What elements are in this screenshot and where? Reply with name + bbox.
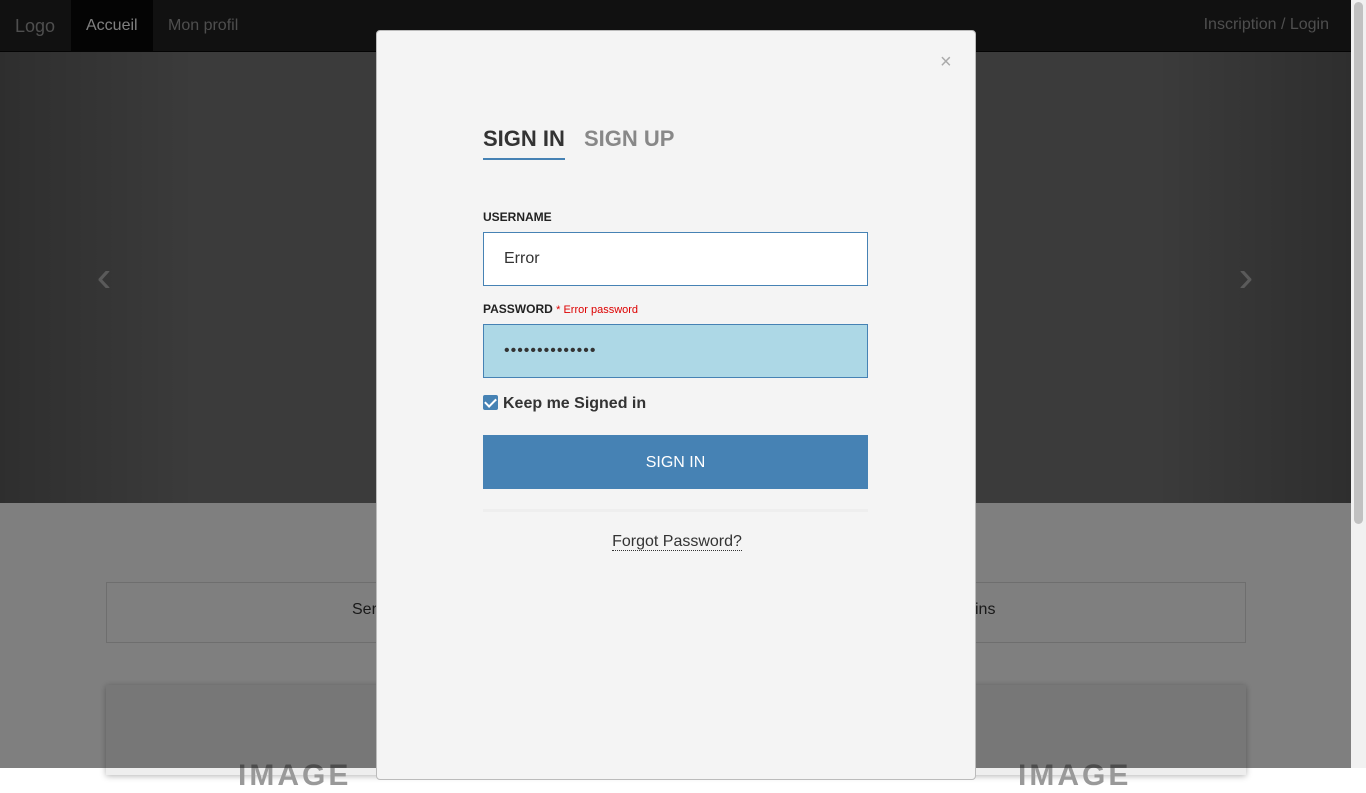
keep-signed-in-label[interactable]: Keep me Signed in: [503, 395, 646, 413]
page-scrollbar[interactable]: [1351, 0, 1366, 768]
tab-sign-up[interactable]: SIGN UP: [584, 126, 674, 158]
password-input[interactable]: [483, 324, 868, 378]
sign-in-button[interactable]: SIGN IN: [483, 435, 868, 489]
password-label: PASSWORD: [483, 302, 553, 316]
password-error: * Error password: [556, 304, 639, 316]
login-modal: × SIGN IN SIGN UP USERNAME PASSWORD * Er…: [376, 30, 976, 780]
scrollbar-thumb[interactable]: [1354, 2, 1363, 524]
username-label: USERNAME: [483, 210, 552, 224]
password-label-row: PASSWORD * Error password: [483, 302, 638, 316]
divider: [483, 509, 868, 512]
username-input[interactable]: [483, 232, 868, 286]
tab-sign-in[interactable]: SIGN IN: [483, 126, 565, 160]
close-icon[interactable]: ×: [940, 51, 952, 74]
keep-signed-in-checkbox[interactable]: [483, 395, 498, 410]
forgot-password-link[interactable]: Forgot Password?: [612, 533, 742, 551]
forgot-password-row: Forgot Password?: [377, 533, 977, 551]
